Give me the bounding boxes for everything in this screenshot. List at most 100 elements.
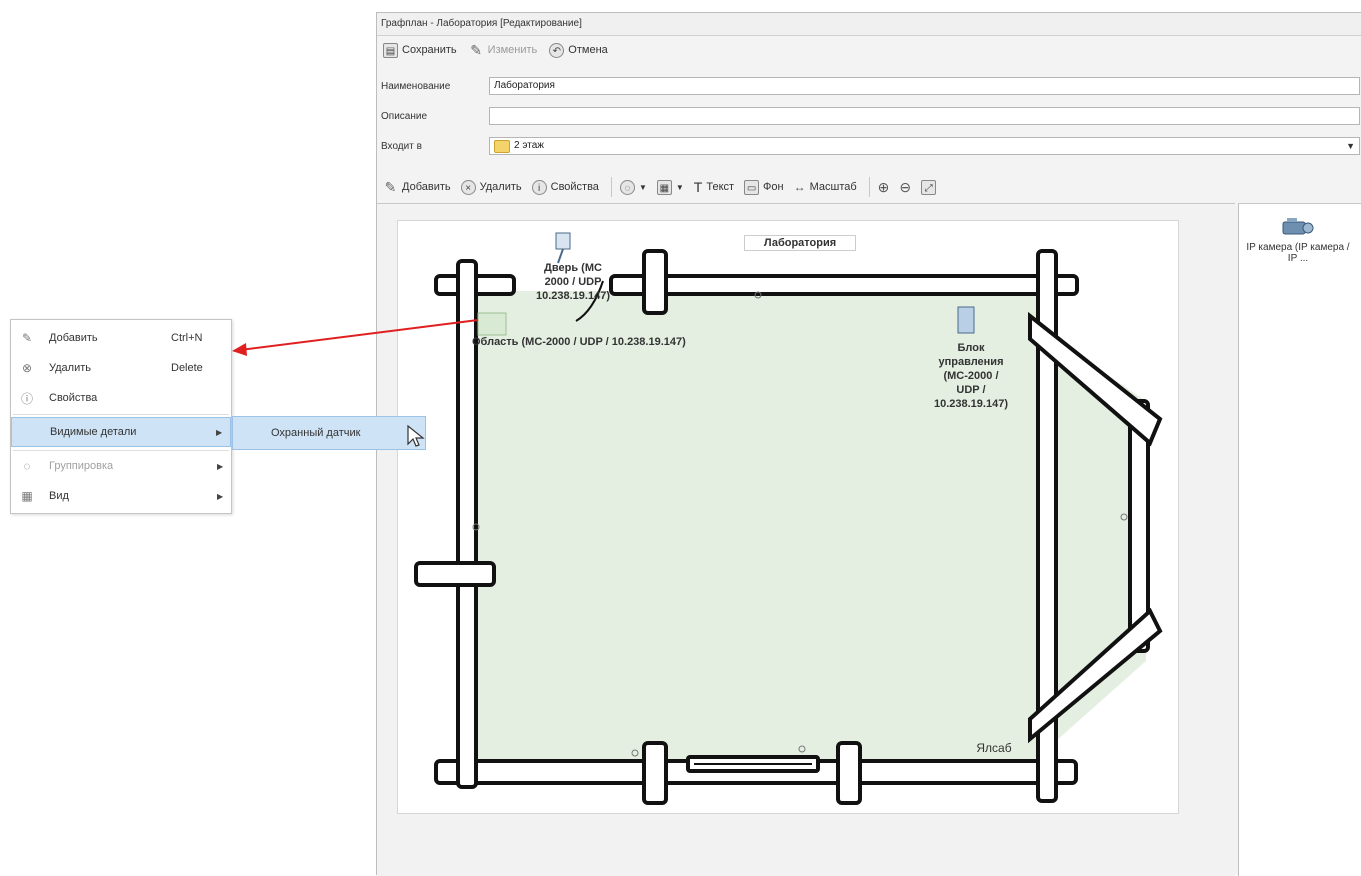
plan-editor-window: Графплан - Лаборатория [Редактирование] …: [376, 12, 1361, 876]
pen-icon: ✎: [384, 178, 397, 195]
main-toolbar: ▤ Сохранить ✎ Изменить ↶ Отмена: [377, 36, 1361, 64]
cancel-button[interactable]: ↶ Отмена: [547, 39, 613, 61]
room-title[interactable]: Лаборатория: [744, 235, 856, 251]
background-button[interactable]: ▭ Фон: [742, 176, 790, 198]
parent-value: 2 этаж: [514, 140, 544, 151]
menu-item-icon-placeholder: [20, 424, 36, 440]
scale-label: Масштаб: [809, 181, 857, 193]
plan-canvas[interactable]: Лаборатория Дверь (МС 2000 / UDP 10.238.…: [377, 203, 1235, 876]
wall-stub-left: [414, 561, 496, 587]
menu-item-shortcut: Delete: [171, 362, 203, 374]
delete-element-button[interactable]: × Удалить: [459, 176, 528, 198]
camera-icon: [1281, 216, 1315, 238]
wall-top: [609, 274, 1079, 296]
dropdown-arrow-icon[interactable]: ▼: [1346, 137, 1355, 155]
pillar-bottom-1: [642, 741, 668, 805]
menu-item-delete[interactable]: ⊗ Удалить Delete: [11, 354, 231, 382]
properties-icon: i: [531, 179, 547, 195]
submenu-arrow-icon: ▶: [217, 461, 224, 471]
edit-button[interactable]: ✎ Изменить: [467, 39, 544, 61]
properties-icon: ⓘ: [20, 391, 33, 406]
door-label-line2: 2000 / UDP: [544, 276, 602, 288]
group-dropdown-arrow-icon: ▼: [638, 182, 647, 192]
toolbar-divider: [610, 177, 612, 197]
fit-button[interactable]: ⤢: [919, 176, 942, 198]
control-unit-label[interactable]: Блок управления (МС-2000 / UDP / 10.238.…: [916, 341, 1026, 411]
description-row: Описание: [377, 105, 1361, 127]
description-input[interactable]: [489, 107, 1360, 125]
menu-separator: [13, 414, 229, 415]
add-label: Добавить: [402, 181, 451, 193]
background-icon: ▭: [744, 179, 760, 195]
menu-item-label: Удалить: [49, 362, 91, 374]
cancel-label: Отмена: [568, 44, 608, 56]
zoom-in-button[interactable]: ⊕: [876, 176, 896, 198]
pillar-bottom-2: [836, 741, 862, 805]
control-line2: управления: [938, 356, 1004, 368]
ip-camera-item[interactable]: IP камера (IP камера / IP ...: [1243, 210, 1353, 264]
pillar-top: [642, 249, 668, 315]
scale-icon: ↔: [793, 180, 806, 194]
device-panel: IP камера (IP камера / IP ...: [1238, 203, 1361, 876]
menu-item-shortcut: Ctrl+N: [171, 332, 203, 344]
background-label: Фон: [763, 181, 784, 193]
zoom-out-icon: ⊖: [899, 178, 912, 195]
context-menu: ✎ Добавить Ctrl+N ⊗ Удалить Delete ⓘ Сво…: [10, 319, 232, 514]
delete-label: Удалить: [479, 181, 522, 193]
menu-item-view[interactable]: ▦ Вид ▶: [11, 482, 231, 510]
menu-item-label: Добавить: [49, 332, 98, 344]
door-label-line1: Дверь (МС: [544, 262, 602, 274]
text-button[interactable]: T Текст: [692, 176, 740, 198]
door-label-line3: 10.238.19.147): [535, 290, 610, 302]
name-label: Наименование: [381, 80, 451, 92]
plan-sheet[interactable]: Лаборатория Дверь (МС 2000 / UDP 10.238.…: [397, 220, 1179, 814]
control-line1: Блок: [957, 342, 985, 354]
control-line3: (МС-2000 /: [943, 370, 999, 382]
parent-label: Входит в: [381, 140, 422, 152]
zoom-out-button[interactable]: ⊖: [897, 176, 917, 198]
text-icon: T: [693, 179, 703, 195]
cancel-icon: ↶: [549, 42, 565, 58]
submenu-item-label: Охранный датчик: [271, 427, 361, 439]
door-label[interactable]: Дверь (МС 2000 / UDP 10.238.19.147): [518, 261, 628, 303]
floor-plan: [414, 232, 1163, 805]
menu-item-label: Вид: [49, 490, 69, 502]
menu-item-properties[interactable]: ⓘ Свойства: [11, 384, 231, 412]
properties-label: Свойства: [550, 181, 599, 193]
name-input[interactable]: Лаборатория: [489, 77, 1360, 95]
parent-row: Входит в 2 этаж ▼: [377, 135, 1361, 157]
selection-handle: [477, 312, 507, 336]
menu-item-label: Группировка: [49, 460, 114, 472]
menu-item-label: Свойства: [49, 392, 98, 404]
save-label: Сохранить: [402, 44, 457, 56]
pen-icon: ✎: [21, 331, 33, 345]
name-value: Лаборатория: [494, 80, 555, 91]
door-sensor-icon: [555, 232, 571, 264]
edit-label: Изменить: [487, 44, 538, 56]
menu-item-label: Видимые детали: [50, 426, 137, 438]
submenu-arrow-icon: ▶: [216, 427, 223, 437]
control-line5: 10.238.19.147): [933, 398, 1008, 410]
control-unit-icon: [957, 306, 975, 334]
control-line4: UDP /: [956, 384, 986, 396]
save-button[interactable]: ▤ Сохранить: [381, 39, 463, 61]
area-label[interactable]: Область (МС-2000 / UDP / 10.238.19.147): [472, 335, 792, 349]
parent-select[interactable]: 2 этаж ▼: [489, 137, 1360, 155]
grid-dropdown-button[interactable]: ▦ ▼: [655, 176, 690, 198]
view-icon: ▦: [21, 489, 33, 503]
menu-item-add[interactable]: ✎ Добавить Ctrl+N: [11, 324, 231, 352]
text-label: Текст: [706, 181, 735, 193]
group-icon: ◌: [23, 459, 31, 473]
name-row: Наименование Лаборатория: [377, 75, 1361, 97]
mouse-cursor-icon: [407, 424, 425, 447]
grid-icon: ▦: [656, 179, 672, 195]
ip-camera-label: IP камера (IP камера / IP ...: [1246, 242, 1350, 264]
submenu-item-security-sensor[interactable]: Охранный датчик: [232, 416, 426, 450]
add-element-button[interactable]: ✎ Добавить: [381, 176, 457, 198]
menu-item-visible-details[interactable]: Видимые детали ▶: [11, 417, 231, 447]
menu-item-grouping[interactable]: ◌ Группировка ▶: [11, 452, 231, 480]
properties-button[interactable]: i Свойства: [530, 176, 605, 198]
folder-icon: [494, 139, 510, 153]
group-dropdown-button[interactable]: ◌ ▼: [618, 176, 653, 198]
scale-button[interactable]: ↔ Масштаб: [792, 176, 863, 198]
